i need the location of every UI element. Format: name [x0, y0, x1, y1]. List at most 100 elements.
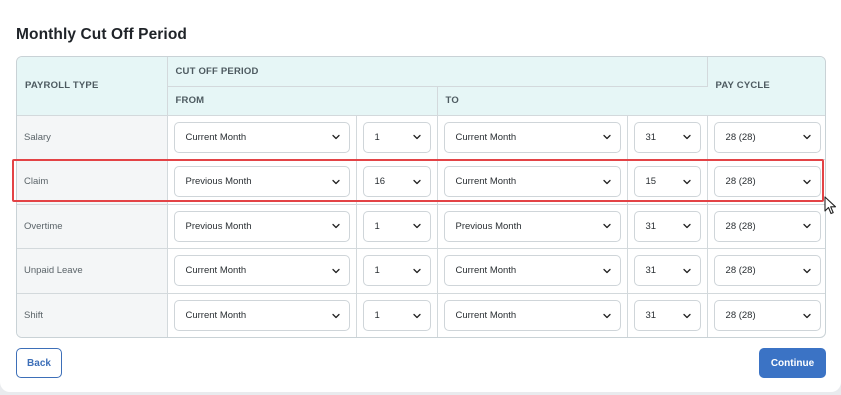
- chevron-down-icon: [331, 221, 341, 231]
- select-value: 28 (28): [725, 131, 756, 143]
- select-value: Previous Month: [455, 220, 522, 232]
- table-cell: 1: [356, 293, 438, 337]
- select-value: 16: [374, 176, 386, 188]
- chevron-down-icon: [412, 132, 422, 142]
- from-day-select[interactable]: 1: [362, 300, 431, 331]
- from-day-select[interactable]: 16: [362, 166, 431, 198]
- to-month-select[interactable]: Current Month: [443, 121, 621, 153]
- continue-button[interactable]: Continue: [759, 348, 826, 378]
- pay-cycle-select[interactable]: 28 (28): [713, 166, 822, 198]
- from-day-select[interactable]: 1: [362, 210, 431, 242]
- chevron-down-icon: [602, 266, 612, 276]
- select-value: 1: [374, 220, 380, 232]
- to-month-select[interactable]: Current Month: [443, 166, 621, 198]
- to-day-select[interactable]: 31: [633, 121, 701, 153]
- table-cell: 28 (28): [707, 159, 825, 205]
- select-value: Current Month: [455, 310, 517, 321]
- chevron-down-icon: [682, 266, 692, 276]
- chevron-down-icon: [802, 221, 812, 231]
- select-value: Previous Month: [185, 176, 252, 188]
- table-cell: 1: [356, 204, 438, 249]
- chevron-down-icon: [412, 311, 422, 321]
- table-cell: 1: [356, 248, 438, 294]
- table-cell: Current Month: [167, 293, 357, 337]
- to-day-select[interactable]: 31: [633, 300, 701, 331]
- page-title: Monthly Cut Off Period: [16, 26, 187, 43]
- pay-cycle-select[interactable]: 28 (28): [713, 210, 822, 242]
- pay-cycle-select[interactable]: 28 (28): [713, 300, 822, 331]
- table-cell: 31: [627, 293, 708, 337]
- card: Monthly Cut Off Period PAYROLL TYPE CUT …: [0, 0, 841, 392]
- table-cell: Current Month: [437, 248, 628, 294]
- select-value: 31: [645, 310, 657, 321]
- select-value: Current Month: [185, 310, 247, 321]
- table-cell: Previous Month: [437, 204, 628, 249]
- to-day-select[interactable]: 15: [633, 166, 701, 198]
- table-cell: Current Month: [437, 293, 628, 337]
- to-month-select[interactable]: Current Month: [443, 255, 621, 287]
- chevron-down-icon: [602, 177, 612, 187]
- chevron-down-icon: [412, 266, 422, 276]
- table-cell: 1: [356, 115, 438, 160]
- chevron-down-icon: [602, 311, 612, 321]
- to-day-select[interactable]: 31: [633, 210, 701, 242]
- select-value: Current Month: [185, 265, 247, 277]
- from-month-select[interactable]: Current Month: [173, 121, 350, 153]
- header-to: TO: [437, 86, 708, 116]
- table-cell: 31: [627, 204, 708, 249]
- table-cell: Current Month: [167, 248, 357, 294]
- from-month-select[interactable]: Current Month: [173, 300, 350, 331]
- table-cell: Current Month: [437, 115, 628, 160]
- pay-cycle-select[interactable]: 28 (28): [713, 255, 822, 287]
- table-cell: 31: [627, 115, 708, 160]
- chevron-down-icon: [331, 132, 341, 142]
- chevron-down-icon: [802, 311, 812, 321]
- chevron-down-icon: [682, 132, 692, 142]
- chevron-down-icon: [331, 177, 341, 187]
- chevron-down-icon: [802, 132, 812, 142]
- payroll-type-label: Claim: [17, 159, 168, 205]
- to-month-select[interactable]: Current Month: [443, 300, 621, 331]
- select-value: 1: [374, 265, 380, 277]
- to-month-select[interactable]: Previous Month: [443, 210, 621, 242]
- header-cut-off-period: CUT OFF PERIOD: [167, 57, 708, 87]
- chevron-down-icon: [602, 132, 612, 142]
- payroll-type-label: Overtime: [17, 204, 168, 249]
- from-month-select[interactable]: Previous Month: [173, 210, 350, 242]
- select-value: Previous Month: [185, 220, 252, 232]
- chevron-down-icon: [802, 266, 812, 276]
- table-cell: 16: [356, 159, 438, 205]
- from-month-select[interactable]: Current Month: [173, 255, 350, 287]
- table-row: Overtime Previous Month 1 Previous Month 31 2…: [17, 204, 825, 249]
- table-cell: Previous Month: [167, 159, 357, 205]
- select-value: Current Month: [455, 131, 517, 143]
- table-cell: 28 (28): [707, 115, 825, 160]
- table-cell: Previous Month: [167, 204, 357, 249]
- from-day-select[interactable]: 1: [362, 121, 431, 153]
- table-cell: Current Month: [437, 159, 628, 205]
- mouse-pointer-icon: [824, 196, 837, 215]
- payroll-type-label: Salary: [17, 115, 168, 160]
- select-value: 15: [645, 176, 657, 188]
- chevron-down-icon: [682, 177, 692, 187]
- pay-cycle-select[interactable]: 28 (28): [713, 121, 822, 153]
- select-value: Current Month: [455, 176, 517, 188]
- table-cell: 31: [627, 248, 708, 294]
- from-month-select[interactable]: Previous Month: [173, 166, 350, 198]
- select-value: 1: [374, 310, 380, 321]
- select-value: 28 (28): [725, 220, 756, 232]
- select-value: 28 (28): [725, 265, 756, 277]
- to-day-select[interactable]: 31: [633, 255, 701, 287]
- table-cell: 28 (28): [707, 293, 825, 337]
- select-value: 1: [374, 131, 380, 143]
- select-value: 31: [645, 131, 657, 143]
- chevron-down-icon: [802, 177, 812, 187]
- select-value: 28 (28): [725, 176, 756, 188]
- header-pay-cycle: PAY CYCLE: [707, 57, 825, 116]
- payroll-type-label: Unpaid Leave: [17, 248, 168, 294]
- table-row: Unpaid Leave Current Month 1 Current Month 3…: [17, 248, 825, 294]
- header-payroll-type: PAYROLL TYPE: [17, 57, 168, 116]
- from-day-select[interactable]: 1: [362, 255, 431, 287]
- back-button[interactable]: Back: [16, 348, 62, 378]
- chevron-down-icon: [331, 311, 341, 321]
